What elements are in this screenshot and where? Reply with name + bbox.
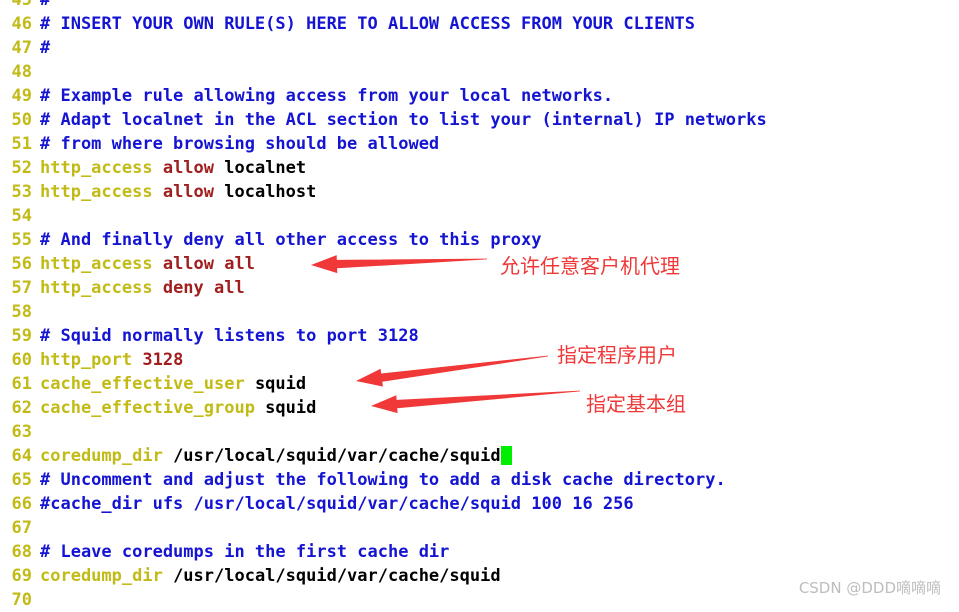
annotation-label-specify-basic-group: 指定基本组 (586, 392, 686, 416)
code-line[interactable]: 63 (0, 420, 959, 444)
line-number: 65 (11, 470, 32, 490)
code-token-plain: squid (254, 398, 317, 418)
code-token-keyword: cache_effective_group (40, 398, 255, 418)
code-line[interactable]: 52 http_access allow localnet (0, 156, 959, 180)
line-number: 61 (11, 374, 32, 394)
code-token-plain: localnet (214, 158, 307, 178)
code-token-plain: squid (244, 374, 307, 394)
line-number: 46 (11, 14, 32, 34)
code-token-value: allow (162, 158, 215, 178)
code-lines-container[interactable]: 45 #46 # INSERT YOUR OWN RULE(S) HERE TO A… (0, 0, 959, 612)
line-number: 57 (11, 278, 32, 298)
code-line[interactable]: 68 # Leave coredumps in the first cache d… (0, 540, 959, 564)
line-number: 67 (11, 518, 32, 538)
code-token-keyword: http_port (40, 350, 143, 370)
code-token-value: deny all (162, 278, 245, 298)
code-line[interactable]: 65 # Uncomment and adjust the following t… (0, 468, 959, 492)
code-token-comment: # Example rule allowing access from your… (40, 86, 614, 106)
code-token-keyword: http_access (40, 278, 163, 298)
code-token-comment: #cache_dir ufs /usr/local/squid/var/cach… (40, 494, 634, 514)
line-number: 52 (11, 158, 32, 178)
code-token-value: 3128 (142, 350, 184, 370)
code-token-value: allow (162, 182, 215, 202)
code-line[interactable]: 46 # INSERT YOUR OWN RULE(S) HERE TO ALLO… (0, 12, 959, 36)
code-line[interactable]: 64 coredump_dir /usr/local/squid/var/cach… (0, 444, 959, 468)
code-line[interactable]: 49 # Example rule allowing access from yo… (0, 84, 959, 108)
code-token-comment: # Uncomment and adjust the following to … (40, 470, 726, 490)
code-line[interactable]: 54 (0, 204, 959, 228)
code-token-value: allow all (162, 254, 255, 274)
code-token-plain: localhost (214, 182, 317, 202)
code-line[interactable]: 61 cache_effective_user squid (0, 372, 959, 396)
line-number: 50 (11, 110, 32, 130)
line-number: 56 (11, 254, 32, 274)
annotation-label-allow-any-client-proxy: 允许任意客户机代理 (500, 254, 680, 278)
line-number: 45 (11, 0, 32, 10)
line-number: 64 (11, 446, 32, 466)
line-number: 51 (11, 134, 32, 154)
code-line[interactable]: 59 # Squid normally listens to port 3128 (0, 324, 959, 348)
annotation-label-specify-program-user: 指定程序用户 (557, 343, 677, 367)
code-line[interactable]: 51 # from where browsing should be allowe… (0, 132, 959, 156)
csdn-watermark: CSDN @DDD嘀嘀嘀 (798, 579, 941, 597)
code-line[interactable]: 45 # (0, 0, 959, 12)
line-number: 49 (11, 86, 32, 106)
code-token-comment: # from where browsing should be allowed (40, 134, 440, 154)
code-token-comment: # And finally deny all other access to t… (40, 230, 542, 250)
code-line[interactable]: 57 http_access deny all (0, 276, 959, 300)
line-number: 63 (11, 422, 32, 442)
code-token-comment: # Leave coredumps in the first cache dir (40, 542, 450, 562)
code-token-comment: # (40, 0, 51, 10)
code-line[interactable]: 53 http_access allow localhost (0, 180, 959, 204)
line-number: 62 (11, 398, 32, 418)
code-token-comment: # (40, 38, 51, 58)
code-token-plain: /usr/local/squid/var/cache/squid (162, 446, 501, 466)
code-token-keyword: coredump_dir (40, 566, 163, 586)
code-token-comment: # INSERT YOUR OWN RULE(S) HERE TO ALLOW … (40, 14, 696, 34)
text-editor-pane[interactable]: 45 #46 # INSERT YOUR OWN RULE(S) HERE TO A… (0, 0, 959, 610)
line-number: 69 (11, 566, 32, 586)
code-line[interactable]: 58 (0, 300, 959, 324)
code-line[interactable]: 50 # Adapt localnet in the ACL section to… (0, 108, 959, 132)
code-line[interactable]: 56 http_access allow all (0, 252, 959, 276)
code-token-comment: # Squid normally listens to port 3128 (40, 326, 419, 346)
line-number: 59 (11, 326, 32, 346)
code-token-keyword: http_access (40, 254, 163, 274)
line-number: 55 (11, 230, 32, 250)
code-token-comment: # Adapt localnet in the ACL section to l… (40, 110, 767, 130)
line-number: 60 (11, 350, 32, 370)
code-line[interactable]: 55 # And finally deny all other access to… (0, 228, 959, 252)
code-line[interactable]: 67 (0, 516, 959, 540)
code-line[interactable]: 48 (0, 60, 959, 84)
code-line[interactable]: 66 #cache_dir ufs /usr/local/squid/var/ca… (0, 492, 959, 516)
line-number: 68 (11, 542, 32, 562)
code-token-keyword: http_access (40, 182, 163, 202)
line-number: 58 (11, 302, 32, 322)
code-line[interactable]: 47 # (0, 36, 959, 60)
line-number: 53 (11, 182, 32, 202)
line-number: 48 (11, 62, 32, 82)
line-number: 54 (11, 206, 32, 226)
code-token-plain: /usr/local/squid/var/cache/squid (162, 566, 501, 586)
line-number: 47 (11, 38, 32, 58)
code-token-keyword: http_access (40, 158, 163, 178)
code-token-keyword: cache_effective_user (40, 374, 245, 394)
line-number: 66 (11, 494, 32, 514)
code-token-keyword: coredump_dir (40, 446, 163, 466)
text-cursor (500, 446, 512, 465)
line-number: 70 (11, 590, 32, 610)
code-line[interactable]: 60 http_port 3128 (0, 348, 959, 372)
code-line[interactable]: 62 cache_effective_group squid (0, 396, 959, 420)
